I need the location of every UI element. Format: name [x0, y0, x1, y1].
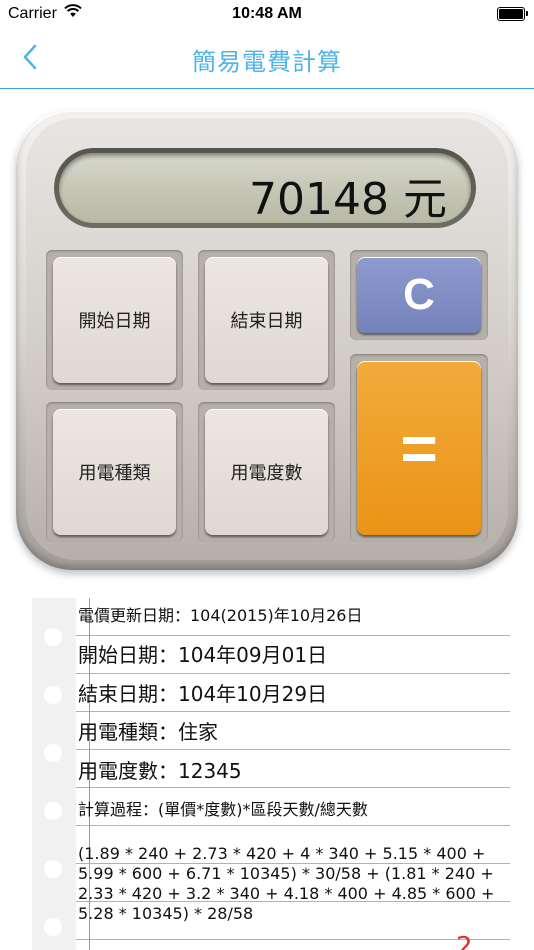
result-paper: 電價更新日期：104(2015)年10月26日 開始日期：104年09月01日 …	[32, 598, 510, 950]
start-date-button[interactable]: 開始日期	[53, 257, 176, 383]
paper-binding	[32, 598, 76, 950]
equals-button[interactable]: =	[357, 361, 481, 535]
kwh-text: 用電度數：12345	[78, 759, 242, 783]
kwh-button[interactable]: 用電度數	[205, 409, 328, 535]
usage-type-button[interactable]: 用電種類	[53, 409, 176, 535]
page-title: 簡易電費計算	[192, 48, 342, 76]
calculator-panel: 70148 元 開始日期 結束日期 C 用電種類 用電度數 =	[16, 110, 518, 570]
usage-type-well: 用電種類	[46, 402, 183, 542]
binding-hole	[44, 744, 62, 762]
binding-hole	[44, 802, 62, 820]
equals-well: =	[350, 354, 488, 542]
status-bar: Carrier 10:48 AM	[0, 0, 534, 28]
navigation-bar: 簡易電費計算	[0, 28, 534, 89]
battery-icon	[497, 7, 528, 21]
end-date-button[interactable]: 結束日期	[205, 257, 328, 383]
binding-hole	[44, 628, 62, 646]
binding-hole	[44, 918, 62, 936]
corner-mark: 2	[456, 932, 473, 950]
start-date-text: 開始日期：104年09月01日	[78, 643, 328, 667]
display-screen: 70148 元	[59, 153, 471, 225]
clear-button[interactable]: C	[357, 257, 481, 333]
start-date-well: 開始日期	[46, 250, 183, 390]
binding-hole	[44, 686, 62, 704]
end-date-well: 結束日期	[198, 250, 335, 390]
clock: 10:48 AM	[232, 5, 302, 22]
formula-text: (1.89 * 240 + 2.73 * 420 + 4 * 340 + 5.1…	[78, 844, 495, 923]
process-label: 計算過程：(單價*度數)*區段天數/總天數	[78, 800, 368, 819]
binding-hole	[44, 860, 62, 878]
display-value: 70148 元	[249, 174, 447, 225]
usage-type-text: 用電種類：住家	[78, 720, 218, 744]
update-date-text: 電價更新日期：104(2015)年10月26日	[78, 606, 363, 625]
end-date-text: 結束日期：104年10月29日	[78, 682, 328, 706]
kwh-well: 用電度數	[198, 402, 335, 542]
clear-well: C	[350, 250, 488, 340]
result-display: 70148 元	[54, 148, 476, 228]
